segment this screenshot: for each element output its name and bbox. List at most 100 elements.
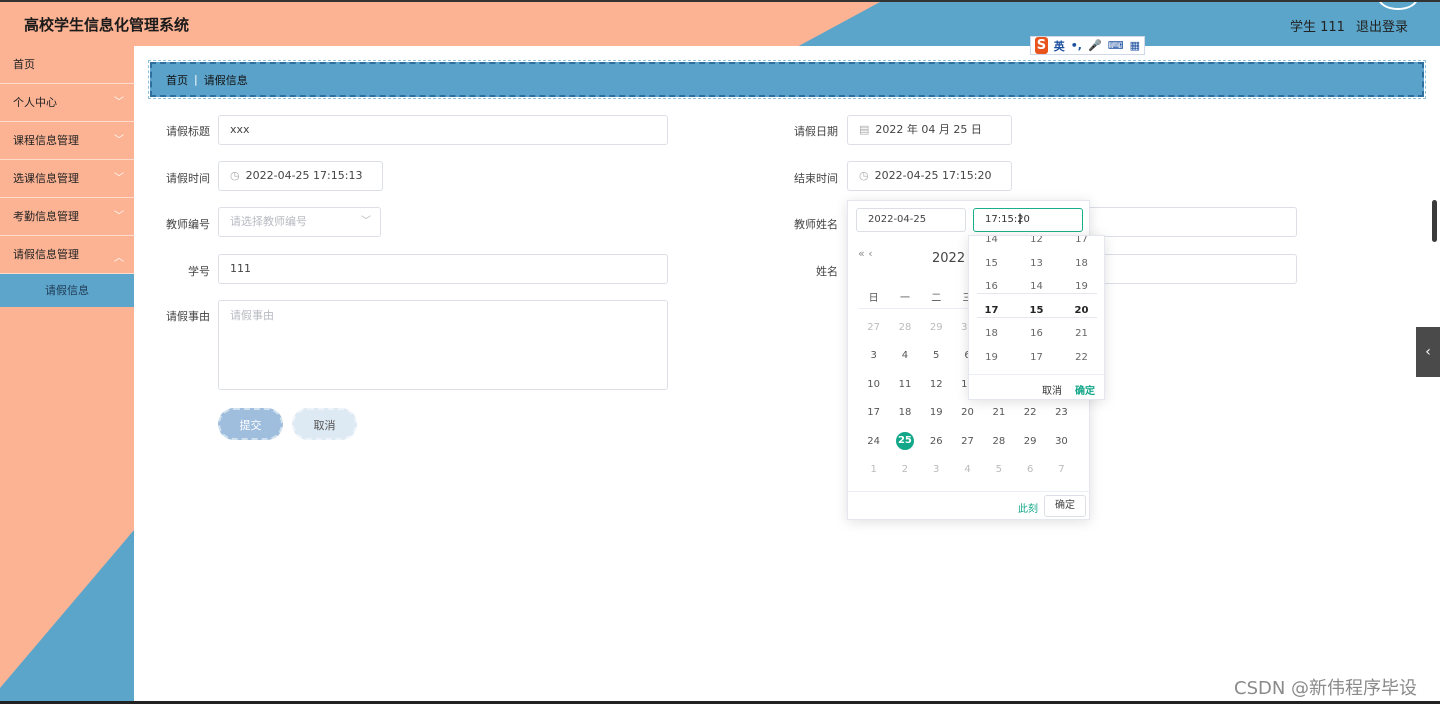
breadcrumb-home[interactable]: 首页 [166, 72, 188, 88]
sidebar-item-home[interactable]: 首页 [0, 46, 134, 84]
hour-option[interactable]: 16 [969, 275, 1014, 299]
calendar-day[interactable]: 26 [921, 436, 952, 447]
calendar-day[interactable]: 21 [983, 407, 1014, 418]
calendar-day[interactable]: 1 [858, 464, 889, 475]
time-spinner-panel: 14 15 16 17 18 19 12 13 14 15 16 17 17 18 19 20 21 22 取… [968, 235, 1105, 400]
minute-option[interactable]: 13 [1014, 252, 1059, 276]
watermark: CSDN @新伟程序毕设 [1234, 678, 1418, 699]
hour-option[interactable]: 14 [969, 236, 1014, 252]
sidebar-item-course-info[interactable]: 课程信息管理 ﹀ [0, 122, 134, 160]
minute-column[interactable]: 12 13 14 15 16 17 [1014, 236, 1059, 370]
cancel-button[interactable]: 取消 [292, 408, 357, 440]
chevron-down-icon: ﹀ [114, 97, 124, 108]
calendar-day[interactable]: 18 [889, 407, 920, 418]
calendar-day[interactable]: 4 [889, 350, 920, 361]
calendar-day[interactable]: 6 [1014, 464, 1045, 475]
calendar-day[interactable]: 3 [921, 464, 952, 475]
end-time-input[interactable]: ◷ 2022-04-25 17:15:20 [847, 161, 1012, 191]
grid-menu-icon[interactable]: ▦ [1130, 39, 1140, 52]
second-option[interactable]: 20 [1059, 299, 1104, 323]
second-option[interactable]: 19 [1059, 275, 1104, 299]
sidebar-subitem-leave-info[interactable]: 请假信息 [0, 274, 134, 307]
reason-textarea[interactable]: 请假事由 [218, 300, 668, 390]
leave-time-label: 请假时间 [166, 172, 210, 185]
weekday-label: 日 [868, 293, 879, 304]
calendar-day[interactable]: 4 [952, 464, 983, 475]
second-option[interactable]: 22 [1059, 346, 1104, 370]
time-cancel-button[interactable]: 取消 [1042, 382, 1062, 397]
calendar-day[interactable]: 11 [889, 379, 920, 390]
ime-punct-button[interactable]: •, [1071, 39, 1082, 52]
calendar-day[interactable]: 17 [858, 407, 889, 418]
sidebar-item-leave-management[interactable]: 请假信息管理 ﹀ [0, 236, 134, 274]
calendar-day[interactable]: 23 [1046, 407, 1077, 418]
hour-option[interactable]: 19 [969, 346, 1014, 370]
clock-icon: ◷ [230, 169, 240, 182]
calendar-day[interactable]: 28 [983, 436, 1014, 447]
submit-button[interactable]: 提交 [218, 408, 283, 440]
calendar-day[interactable]: 30 [1046, 436, 1077, 447]
calendar-day[interactable]: 25 [889, 432, 920, 451]
sidebar-item-course-selection[interactable]: 选课信息管理 ﹀ [0, 160, 134, 198]
ime-toolbar[interactable]: S 英 •, 🎤 ⌨ ▦ [1030, 36, 1145, 55]
collapse-panel-button[interactable]: ‹ [1416, 327, 1440, 377]
student-no-input[interactable]: 111 [218, 254, 668, 284]
calendar-day[interactable]: 5 [921, 350, 952, 361]
calendar-day[interactable]: 3 [858, 350, 889, 361]
calendar-day[interactable]: 20 [952, 407, 983, 418]
header-background [0, 2, 1440, 46]
minute-option[interactable]: 15 [1014, 299, 1059, 323]
time-spinner-footer: 取消 确定 [969, 374, 1104, 399]
calendar-day[interactable]: 2 [889, 464, 920, 475]
chevron-left-icon: ‹ [1425, 344, 1431, 360]
second-option[interactable]: 18 [1059, 252, 1104, 276]
weekday-label: 二 [931, 293, 942, 304]
keyboard-icon[interactable]: ⌨ [1108, 39, 1124, 52]
sidebar-item-label: 考勤信息管理 [13, 210, 79, 223]
teacher-no-select[interactable]: 请选择教师编号 ﹀ [218, 207, 381, 237]
hour-option[interactable]: 15 [969, 252, 1014, 276]
calendar-week-row: 24 25 26 27 28 29 30 [858, 427, 1090, 456]
calendar-icon: ▤ [859, 123, 870, 136]
selection-line [977, 293, 1097, 294]
calendar-day[interactable]: 27 [858, 322, 889, 333]
ime-language-button[interactable]: 英 [1054, 38, 1065, 54]
calendar-day[interactable]: 10 [858, 379, 889, 390]
calendar-day[interactable]: 28 [889, 322, 920, 333]
minute-option[interactable]: 16 [1014, 322, 1059, 346]
calendar-day[interactable]: 7 [1046, 464, 1077, 475]
time-confirm-button[interactable]: 确定 [1075, 382, 1095, 397]
picker-date-input[interactable]: 2022-04-25 [856, 208, 966, 232]
calendar-day[interactable]: 12 [921, 379, 952, 390]
picker-confirm-button[interactable]: 确定 [1044, 495, 1086, 517]
minute-option[interactable]: 12 [1014, 236, 1059, 252]
leave-title-input[interactable]: xxx [218, 115, 668, 145]
hour-option[interactable]: 17 [969, 299, 1014, 323]
calendar-day[interactable]: 29 [1014, 436, 1045, 447]
hour-option[interactable]: 18 [969, 322, 1014, 346]
calendar-day[interactable]: 27 [952, 436, 983, 447]
leave-date-input[interactable]: ▤ 2022 年 04 月 25 日 [847, 115, 1012, 145]
prev-year-month-icon[interactable]: « ‹ [858, 247, 873, 260]
minute-option[interactable]: 14 [1014, 275, 1059, 299]
leave-time-input[interactable]: ◷ 2022-04-25 17:15:13 [218, 161, 383, 191]
second-option[interactable]: 21 [1059, 322, 1104, 346]
calendar-day[interactable]: 24 [858, 436, 889, 447]
now-button[interactable]: 此刻 [1018, 500, 1038, 515]
calendar-day[interactable]: 29 [921, 322, 952, 333]
second-column[interactable]: 17 18 19 20 21 22 [1059, 236, 1104, 370]
page-scrollbar[interactable] [1432, 200, 1437, 242]
sidebar-item-attendance[interactable]: 考勤信息管理 ﹀ [0, 198, 134, 236]
picker-time-input[interactable]: 17:15:20 [973, 208, 1083, 232]
app-title: 高校学生信息化管理系统 [24, 16, 190, 34]
minute-option[interactable]: 17 [1014, 346, 1059, 370]
hour-column[interactable]: 14 15 16 17 18 19 [969, 236, 1014, 370]
microphone-icon[interactable]: 🎤 [1088, 39, 1102, 52]
calendar-day[interactable]: 5 [983, 464, 1014, 475]
logout-link[interactable]: 退出登录 [1356, 16, 1408, 35]
sidebar-item-personal-center[interactable]: 个人中心 ﹀ [0, 84, 134, 122]
calendar-day[interactable]: 22 [1014, 407, 1045, 418]
second-option[interactable]: 17 [1059, 236, 1104, 252]
calendar-day[interactable]: 19 [921, 407, 952, 418]
leave-date-label: 请假日期 [794, 125, 838, 138]
